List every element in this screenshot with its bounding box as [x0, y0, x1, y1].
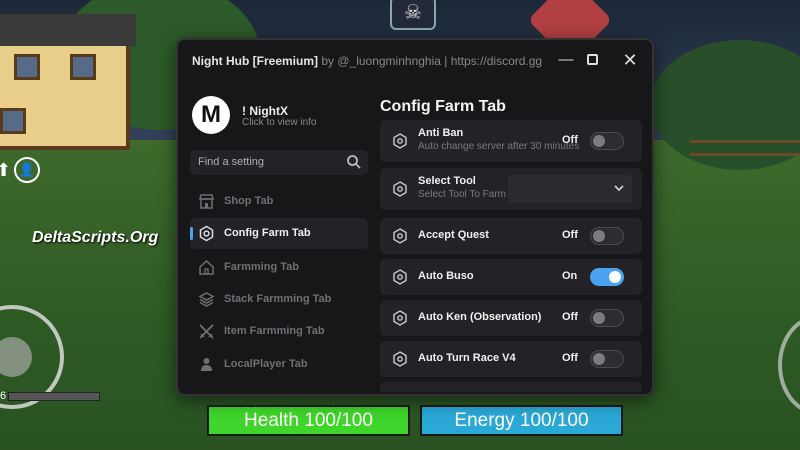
setting-icon: [393, 310, 407, 326]
toggle-state: On: [562, 270, 578, 282]
window-title: Night Hub [Freemium] by @_luongminhnghia…: [192, 54, 542, 68]
tab-content: Config Farm Tab Anti Ban Auto change ser…: [380, 94, 642, 392]
sidebar-item-label: Stack Farmming Tab: [224, 293, 332, 305]
setting-label: Auto Ken (Observation): [418, 311, 542, 323]
close-button[interactable]: ✕: [620, 50, 640, 70]
xp-bar: [8, 392, 100, 401]
auto-ken-toggle[interactable]: [590, 309, 624, 327]
setting-icon: [393, 351, 407, 367]
profile-icon[interactable]: 👤: [14, 157, 40, 183]
profile-name: ! NightX: [242, 104, 288, 118]
sidebar-item-farmming-tab[interactable]: Farmming Tab: [190, 252, 368, 283]
auto-buso-toggle[interactable]: [590, 268, 624, 286]
setting-auto-turn-race-v4[interactable]: Auto Turn Race V4 Off: [380, 341, 642, 377]
joystick-knob[interactable]: [0, 337, 32, 377]
toggle-thumb: [593, 135, 605, 147]
auto-turn-race-v4-toggle[interactable]: [590, 350, 624, 368]
toggle-state: Off: [562, 229, 578, 241]
xp-value: 6: [0, 390, 7, 402]
toggle-thumb: [609, 271, 621, 283]
health-bar: Health 100/100: [207, 405, 410, 436]
watermark-text: DeltaScripts.Org: [32, 229, 159, 246]
sidebar-item-config-farm-tab[interactable]: Config Farm Tab: [190, 218, 368, 249]
minimize-button[interactable]: —: [556, 50, 576, 70]
house-window: [14, 54, 40, 80]
profile-subtitle: Click to view info: [242, 117, 317, 128]
house: [0, 14, 136, 150]
sidebar-item-localplayer-tab[interactable]: LocalPlayer Tab: [190, 349, 368, 380]
chevron-down-icon: [614, 185, 624, 192]
select-tool-dropdown[interactable]: [508, 175, 632, 203]
setting-label: Auto Turn Race V4: [418, 352, 516, 364]
sidebar-item-label: Shop Tab: [224, 195, 274, 207]
setting-auto-ken[interactable]: Auto Ken (Observation) Off: [380, 300, 642, 336]
setting-next-partial[interactable]: [380, 382, 642, 392]
maximize-button[interactable]: [582, 50, 602, 70]
window-title-name: Night Hub [Freemium]: [192, 54, 318, 68]
sidebar-item-shop-tab[interactable]: Shop Tab: [190, 186, 368, 217]
setting-icon: [393, 269, 407, 285]
energy-bar: Energy 100/100: [420, 405, 623, 436]
home-icon: [199, 259, 214, 275]
gear-icon: [199, 225, 214, 242]
sidebar-item-item-farmming-tab[interactable]: Item Farmming Tab: [190, 316, 368, 347]
setting-description: Auto change server after 30 minutes: [418, 141, 580, 152]
toggle-thumb: [593, 312, 605, 324]
toggle-thumb: [593, 353, 605, 365]
sidebar-item-label: Config Farm Tab: [224, 227, 311, 239]
sidebar-item-label: Item Farmming Tab: [224, 325, 325, 337]
player-avatar-icon[interactable]: ☠: [390, 0, 436, 30]
search-input[interactable]: Find a setting: [190, 150, 368, 175]
anti-ban-toggle[interactable]: [590, 132, 624, 150]
title-bar[interactable]: Night Hub [Freemium] by @_luongminhnghia…: [178, 40, 652, 80]
setting-icon: [393, 228, 407, 244]
maximize-icon: [586, 54, 598, 65]
sidebar-item-label: Farmming Tab: [224, 261, 299, 273]
accept-quest-toggle[interactable]: [590, 227, 624, 245]
setting-auto-buso[interactable]: Auto Buso On: [380, 259, 642, 295]
hub-window: Night Hub [Freemium] by @_luongminhnghia…: [176, 38, 654, 396]
active-indicator: [190, 227, 193, 240]
toggle-state: Off: [562, 352, 578, 364]
search-placeholder: Find a setting: [198, 156, 265, 168]
setting-label: Auto Buso: [418, 270, 474, 282]
arrow-up-icon[interactable]: ⬆: [0, 160, 11, 181]
swords-icon: [199, 324, 214, 339]
setting-accept-quest[interactable]: Accept Quest Off: [380, 218, 642, 254]
toggle-thumb: [593, 230, 605, 242]
content-title: Config Farm Tab: [380, 98, 506, 115]
setting-icon: [393, 181, 407, 197]
setting-icon: [393, 133, 407, 149]
setting-label: Anti Ban: [418, 127, 464, 139]
house-roof: [0, 14, 136, 46]
window-title-credit: by @_luongminhnghia | https://discord.gg…: [321, 54, 542, 68]
toggle-state: Off: [562, 134, 578, 146]
sidebar-item-stack-farmming-tab[interactable]: Stack Farmming Tab: [190, 284, 368, 315]
house-window: [0, 108, 26, 134]
setting-anti-ban[interactable]: Anti Ban Auto change server after 30 min…: [380, 120, 642, 162]
search-icon: [347, 155, 361, 169]
sidebar-item-label: LocalPlayer Tab: [224, 358, 308, 370]
setting-label: Accept Quest: [418, 229, 489, 241]
toggle-state: Off: [562, 311, 578, 323]
fence: [690, 140, 800, 156]
user-profile[interactable]: M ! NightX Click to view info: [192, 96, 362, 136]
shop-icon: [199, 194, 214, 209]
setting-description: Select Tool To Farm: [418, 189, 507, 200]
person-icon: [201, 358, 212, 371]
setting-label: Select Tool: [418, 175, 476, 187]
house-window: [70, 54, 96, 80]
setting-select-tool[interactable]: Select Tool Select Tool To Farm: [380, 168, 642, 210]
stack-icon: [198, 292, 215, 307]
avatar: M: [192, 96, 230, 134]
